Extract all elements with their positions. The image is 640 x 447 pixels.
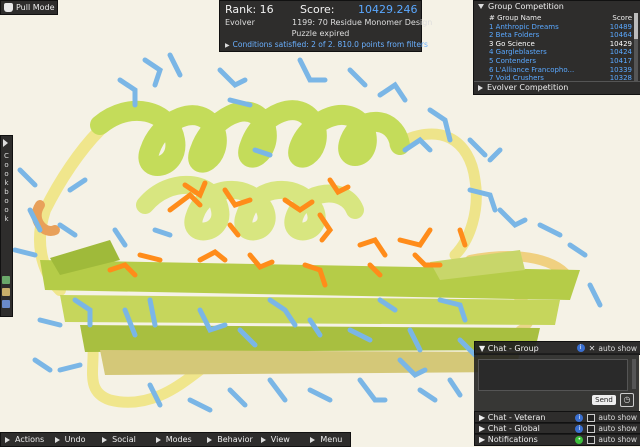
expand-arrow-icon <box>310 436 316 443</box>
group-score: 10339 <box>609 65 632 74</box>
conditions-toggle[interactable]: ▶ Conditions satisfied: 2 of 2. 810.0 poi… <box>225 40 428 49</box>
notifications-row[interactable]: ▶ Notifications • auto show <box>474 433 640 446</box>
group-score: 10464 <box>609 31 632 40</box>
chat-input[interactable] <box>478 359 628 391</box>
group-name: 6 L'Alliance Francopho... <box>489 65 575 74</box>
info-icon[interactable]: i <box>576 344 585 352</box>
table-row[interactable]: 6 L'Alliance Francopho... 10339 <box>489 66 632 75</box>
pull-mode-label: Pull Mode <box>16 3 55 12</box>
expand-arrow-icon <box>54 436 60 443</box>
undo-menu[interactable]: Undo <box>51 433 99 446</box>
behavior-menu[interactable]: Behavior <box>203 433 257 446</box>
cookbook-label: Co ok bo ok <box>4 152 9 223</box>
chat-group-label: ▼ Chat - Group <box>479 343 539 353</box>
actions-menu[interactable]: Actions <box>1 433 51 446</box>
score-label: Score: <box>300 3 335 16</box>
group-score: 10424 <box>609 48 632 57</box>
group-table: # Group Name Score 1 Anthropic Dreams 104… <box>489 14 632 83</box>
player-name: Evolver <box>225 18 255 27</box>
auto-show-label: auto show <box>598 413 637 422</box>
auto-show-checkbox[interactable] <box>587 424 596 433</box>
puzzle-status: Puzzle expired <box>291 29 350 38</box>
group-competition-panel: Group Competition # Group Name Score 1 A… <box>473 0 640 95</box>
pull-mode-button[interactable]: Pull Mode <box>0 0 58 15</box>
conditions-text: Conditions satisfied: 2 of 2. 810.0 poin… <box>232 40 428 49</box>
table-row[interactable]: 1 Anthropic Dreams 10489 <box>489 23 632 32</box>
close-icon[interactable]: ✕ <box>589 344 596 353</box>
evolver-competition-toggle[interactable]: Evolver Competition <box>478 83 568 92</box>
table-header: # Group Name Score <box>489 14 632 22</box>
group-name: 5 Contenders <box>489 56 537 65</box>
auto-show-checkbox[interactable] <box>587 413 596 422</box>
group-score: 10429 <box>609 39 632 48</box>
group-competition-header[interactable]: Group Competition <box>478 2 564 11</box>
clock-icon[interactable]: ◷ <box>620 393 634 407</box>
expand-arrow-icon <box>5 436 10 443</box>
view-menu[interactable]: View <box>257 433 307 446</box>
expand-arrow-icon <box>260 436 266 443</box>
table-row[interactable]: 2 Beta Folders 10464 <box>489 31 632 40</box>
helix-structures <box>90 100 410 241</box>
social-menu[interactable]: Social <box>98 433 152 446</box>
puzzle-name: 1199: 70 Residue Monomer Design <box>292 18 433 27</box>
collapse-arrow-icon <box>478 4 484 9</box>
rank-text: Rank: 16 <box>225 3 274 16</box>
group-name: 3 Go Science <box>489 39 535 48</box>
notifications-label: Notifications <box>487 435 538 444</box>
expand-arrow-icon <box>155 436 161 443</box>
modes-menu[interactable]: Modes <box>152 433 204 446</box>
chat-group-body: Send ◷ <box>474 353 639 411</box>
table-row[interactable]: 3 Go Science 10429 <box>489 40 632 49</box>
expand-arrow-icon: ▶ <box>225 42 230 49</box>
auto-show-checkbox[interactable] <box>587 435 596 444</box>
group-score: 10417 <box>609 56 632 65</box>
expand-arrow-icon <box>102 436 108 443</box>
auto-show-label: auto show <box>598 424 637 433</box>
group-name: 4 Gargleblasters <box>489 48 547 57</box>
recipe-icon[interactable] <box>2 288 10 296</box>
auto-show-label: auto show <box>598 435 637 444</box>
expand-arrow-icon <box>207 436 213 443</box>
table-row[interactable]: 5 Contenders 10417 <box>489 57 632 66</box>
chat-veteran-label: Chat - Veteran <box>487 413 546 422</box>
group-name: 1 Anthropic Dreams <box>489 22 559 31</box>
info-icon[interactable]: i <box>575 424 584 433</box>
info-icon[interactable]: i <box>575 413 584 422</box>
score-panel: Rank: 16 Score: 10429.246 Evolver 1199: … <box>219 0 432 52</box>
hand-icon <box>4 3 13 12</box>
recipe-icon[interactable] <box>2 276 10 284</box>
group-score: 10489 <box>609 22 632 31</box>
status-icon[interactable]: • <box>575 435 584 444</box>
expand-arrow-icon <box>478 84 483 91</box>
expand-arrow-icon <box>3 139 8 147</box>
score-value: 10429.246 <box>358 3 418 16</box>
table-row[interactable]: 4 Gargleblasters 10424 <box>489 48 632 57</box>
auto-show-label: auto show <box>598 343 637 353</box>
recipe-icon[interactable] <box>2 300 10 308</box>
cookbook-tab[interactable]: Co ok bo ok <box>0 135 13 317</box>
chat-global-label: Chat - Global <box>487 424 540 433</box>
chat-scrollbar[interactable] <box>632 359 636 389</box>
main-menu[interactable]: Menu <box>306 433 350 446</box>
send-button[interactable]: Send <box>592 395 616 405</box>
group-scrollbar[interactable] <box>634 13 638 81</box>
group-name: 2 Beta Folders <box>489 31 540 40</box>
